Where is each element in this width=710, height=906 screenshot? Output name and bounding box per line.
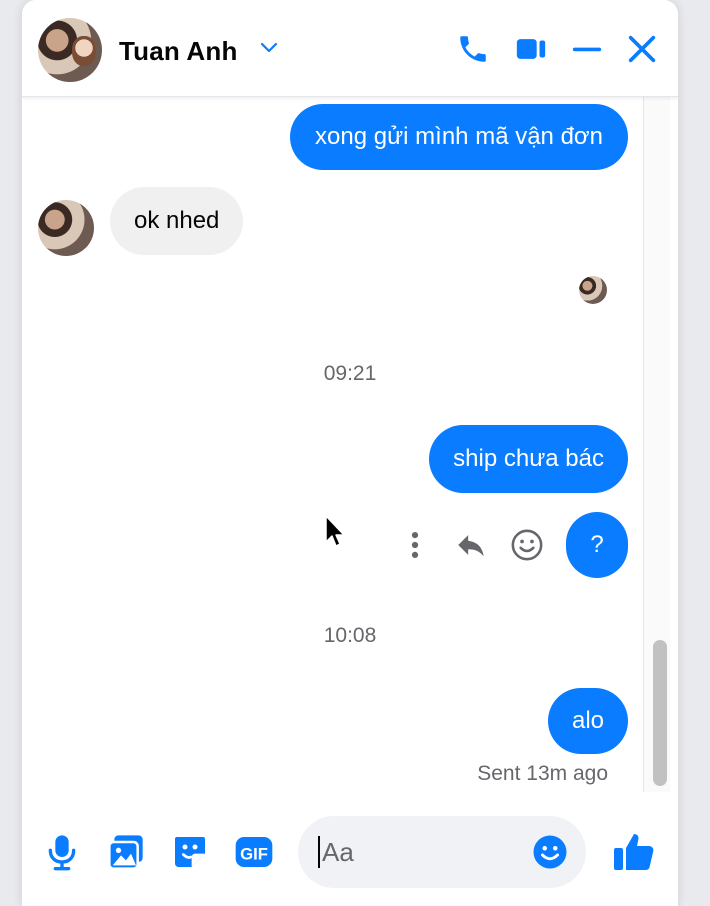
svg-text:GIF: GIF: [240, 845, 268, 864]
minimize-icon[interactable]: [570, 32, 604, 66]
chat-window: Tuan Anh xong gửi mình mã vận đơn ok nhe…: [22, 0, 678, 906]
more-options-icon[interactable]: [398, 528, 432, 562]
chevron-down-icon[interactable]: [259, 38, 279, 58]
message-bubble-incoming[interactable]: ok nhed: [110, 187, 244, 255]
message-bubble-outgoing[interactable]: alo: [547, 688, 628, 754]
like-icon[interactable]: [610, 828, 658, 876]
microphone-icon[interactable]: [42, 832, 82, 872]
timestamp: 09:21: [323, 362, 377, 385]
emoji-icon[interactable]: [532, 834, 568, 870]
sticker-icon[interactable]: [170, 832, 210, 872]
read-receipt-avatar: [579, 276, 607, 304]
composer: GIF: [22, 792, 678, 906]
mouse-pointer-icon: [325, 515, 345, 547]
close-icon[interactable]: [625, 32, 659, 66]
video-icon[interactable]: [514, 32, 548, 66]
contact-avatar-small: [38, 200, 94, 256]
message-bubble-outgoing[interactable]: ?: [566, 512, 628, 578]
message-input[interactable]: [318, 836, 522, 868]
phone-icon[interactable]: [456, 32, 490, 66]
sent-status: Sent 13m ago: [477, 762, 608, 785]
contact-avatar[interactable]: [38, 18, 102, 82]
message-bubble-outgoing[interactable]: xong gửi mình mã vận đơn: [290, 104, 628, 170]
scrollbar-thumb[interactable]: [653, 640, 667, 786]
message-bubble-outgoing[interactable]: ship chưa bác: [429, 425, 628, 493]
photo-icon[interactable]: [106, 832, 146, 872]
chat-header: Tuan Anh: [22, 0, 678, 97]
message-list: xong gửi mình mã vận đơn ok nhed 09:21 s…: [22, 96, 678, 796]
react-emoji-icon[interactable]: [510, 528, 544, 562]
message-input-container[interactable]: [298, 816, 586, 888]
gif-icon[interactable]: GIF: [234, 832, 274, 872]
timestamp: 10:08: [323, 624, 377, 647]
reply-icon[interactable]: [454, 528, 488, 562]
contact-name[interactable]: Tuan Anh: [119, 36, 238, 67]
